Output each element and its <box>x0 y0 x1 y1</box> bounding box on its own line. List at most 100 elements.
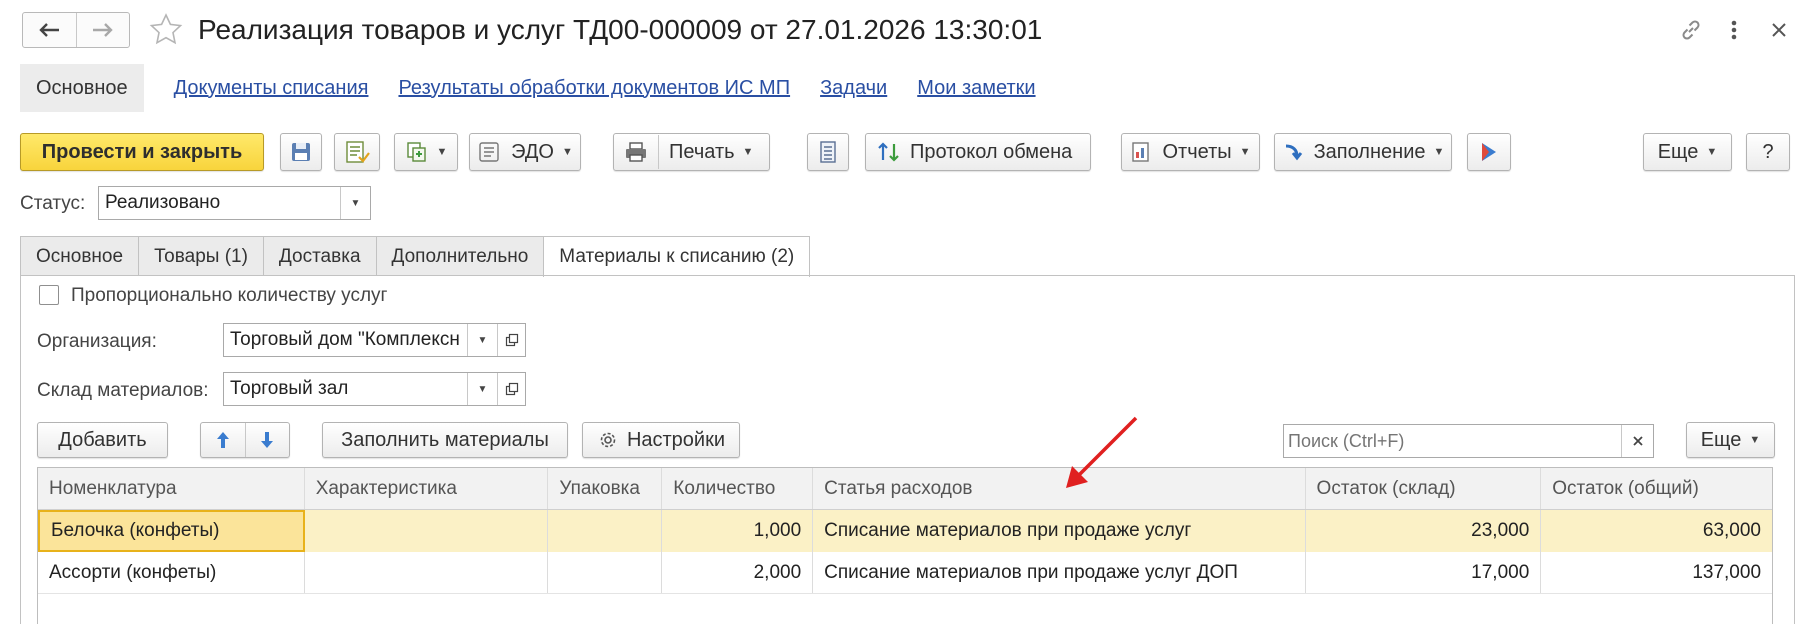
table-more-label: Еще <box>1700 428 1742 451</box>
document-title: Реализация товаров и услуг ТД00-000009 о… <box>198 14 1043 45</box>
warehouse-field[interactable]: Торговый зал ▼ <box>223 372 526 406</box>
favorite-star-icon[interactable] <box>148 12 184 48</box>
table-cell[interactable]: 23,000 <box>1306 510 1542 552</box>
tab-main[interactable]: Основное <box>20 236 140 276</box>
more-button[interactable]: Еще ▼ <box>1643 133 1732 171</box>
chevron-down-icon: ▼ <box>561 146 573 158</box>
section-notes[interactable]: Мои заметки <box>917 77 1035 100</box>
help-button[interactable]: ? <box>1746 133 1790 171</box>
floppy-icon <box>292 143 310 161</box>
tab-materials[interactable]: Материалы к списанию (2) <box>543 236 811 277</box>
edo-button[interactable]: ЭДО ▼ <box>469 133 581 171</box>
fill-materials-button[interactable]: Заполнить материалы <box>322 422 568 458</box>
table-cell[interactable] <box>548 510 663 552</box>
organization-value: Торговый дом "Комплексн <box>230 329 460 350</box>
section-tasks[interactable]: Задачи <box>820 77 887 100</box>
chevron-down-icon: ▼ <box>1706 146 1718 158</box>
proportional-label: Пропорционально количеству услуг <box>71 285 388 306</box>
move-up-icon[interactable] <box>201 430 245 450</box>
journal-button[interactable] <box>807 133 849 171</box>
table-cell[interactable]: Списание материалов при продаже услуг <box>813 510 1306 552</box>
table-cell[interactable]: 1,000 <box>662 510 814 552</box>
play-arrows-icon <box>1482 143 1496 161</box>
fill-button[interactable]: Заполнение ▼ <box>1274 133 1452 171</box>
post-and-close-button[interactable]: Провести и закрыть <box>20 133 264 171</box>
chevron-down-icon: ▼ <box>1239 146 1251 158</box>
materials-table: Номенклатура Характеристика Упаковка Кол… <box>37 467 1773 624</box>
post-document-icon <box>346 141 370 163</box>
tab-delivery[interactable]: Доставка <box>262 236 377 276</box>
clear-search-icon[interactable] <box>1621 425 1653 457</box>
table-cell[interactable] <box>305 510 549 552</box>
section-ismp-results[interactable]: Результаты обработки документов ИС МП <box>398 77 790 100</box>
table-row[interactable]: Ассорти (конфеты) 2,000 Списание материа… <box>38 552 1772 594</box>
table-cell[interactable]: 137,000 <box>1541 552 1772 593</box>
post-button[interactable] <box>334 133 380 171</box>
table-cell[interactable] <box>548 552 663 593</box>
annotation-arrow-icon <box>1066 416 1138 488</box>
chevron-down-icon: ▼ <box>1749 434 1761 446</box>
logistics-button[interactable] <box>1467 133 1511 171</box>
forward-button[interactable] <box>75 13 130 47</box>
move-buttons <box>200 422 290 458</box>
section-main[interactable]: Основное <box>20 64 144 112</box>
table-cell[interactable]: Списание материалов при продаже услуг ДО… <box>813 552 1306 593</box>
edo-label: ЭДО <box>511 140 554 163</box>
section-nav: Основное Документы списания Результаты о… <box>20 64 1036 112</box>
exchange-log-button[interactable]: Протокол обмена <box>865 133 1091 171</box>
separator <box>658 135 659 169</box>
table-cell[interactable] <box>305 552 549 593</box>
fill-arrow-icon <box>1285 144 1302 161</box>
organization-label: Организация: <box>37 331 157 352</box>
column-header[interactable]: Характеристика <box>305 468 549 509</box>
document-tabs: Основное Товары (1) Доставка Дополнитель… <box>20 236 811 277</box>
reports-label: Отчеты <box>1162 140 1232 163</box>
column-header[interactable]: Номенклатура <box>38 468 305 509</box>
open-icon[interactable] <box>497 373 525 405</box>
print-button[interactable]: Печать ▼ <box>613 133 770 171</box>
edo-icon <box>479 142 499 162</box>
table-row[interactable]: Белочка (конфеты) 1,000 Списание материа… <box>38 510 1772 552</box>
table-cell[interactable]: Ассорти (конфеты) <box>38 552 305 593</box>
chevron-down-icon[interactable]: ▼ <box>340 187 370 219</box>
table-more-button[interactable]: Еще ▼ <box>1686 422 1775 458</box>
search-field[interactable] <box>1283 424 1654 458</box>
chevron-down-icon[interactable]: ▼ <box>467 373 497 405</box>
move-down-icon[interactable] <box>246 430 290 450</box>
settings-label: Настройки <box>626 428 726 451</box>
reports-button[interactable]: Отчеты ▼ <box>1121 133 1260 171</box>
settings-button[interactable]: Настройки <box>582 422 740 458</box>
organization-field[interactable]: Торговый дом "Комплексн ▼ <box>223 323 526 357</box>
back-button[interactable] <box>23 13 76 47</box>
column-header[interactable]: Количество <box>662 468 814 509</box>
table-header: Номенклатура Характеристика Упаковка Кол… <box>38 468 1772 510</box>
table-cell[interactable]: 17,000 <box>1306 552 1542 593</box>
section-writeoff-docs[interactable]: Документы списания <box>174 77 369 100</box>
close-icon[interactable] <box>1766 14 1792 46</box>
table-cell[interactable]: Белочка (конфеты) <box>38 510 305 552</box>
add-button[interactable]: Добавить <box>37 422 168 458</box>
column-header[interactable]: Остаток (общий) <box>1541 468 1772 509</box>
table-cell[interactable]: 63,000 <box>1541 510 1772 552</box>
more-vertical-icon[interactable] <box>1722 14 1746 46</box>
gear-icon <box>600 432 616 448</box>
proportional-checkbox[interactable] <box>39 285 59 305</box>
status-select[interactable]: Реализовано ▼ <box>98 186 371 220</box>
open-icon[interactable] <box>497 324 525 356</box>
table-cell[interactable]: 2,000 <box>662 552 814 593</box>
status-label: Статус: <box>20 193 86 214</box>
save-button[interactable] <box>280 133 322 171</box>
warehouse-value: Торговый зал <box>230 378 349 399</box>
tab-goods[interactable]: Товары (1) <box>138 236 264 276</box>
reports-icon <box>1132 142 1150 162</box>
tab-additional[interactable]: Дополнительно <box>375 236 545 276</box>
more-label: Еще <box>1657 140 1699 163</box>
column-header[interactable]: Упаковка <box>548 468 663 509</box>
link-icon[interactable] <box>1673 14 1709 46</box>
search-input[interactable] <box>1284 430 1621 452</box>
arrow-right-icon <box>92 23 113 37</box>
chevron-down-icon[interactable]: ▼ <box>467 324 497 356</box>
column-header[interactable]: Остаток (склад) <box>1306 468 1542 509</box>
list-document-icon <box>820 141 836 163</box>
create-based-on-button[interactable]: ▼ <box>394 133 458 171</box>
